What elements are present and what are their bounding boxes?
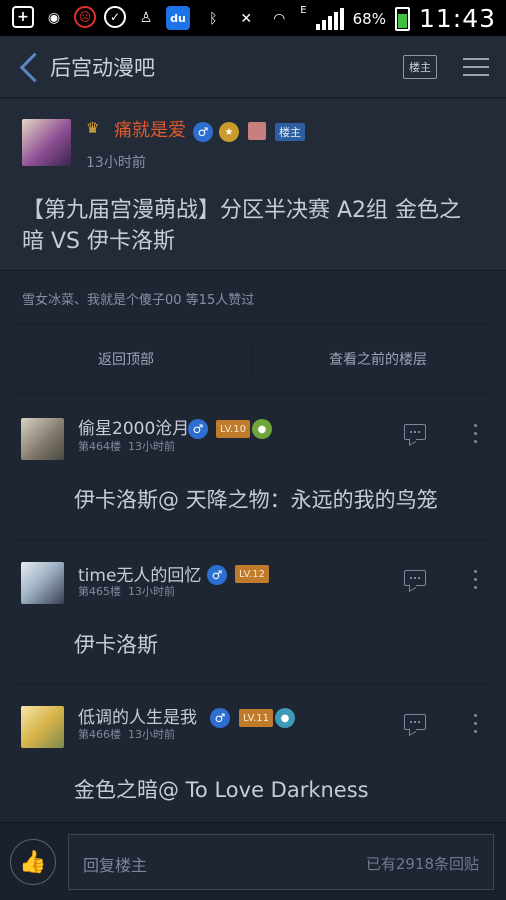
more-options-icon[interactable] [474, 570, 478, 590]
post-time: 13小时前 [86, 155, 146, 171]
floor-author-name[interactable]: 低调的人生是我 [78, 703, 197, 728]
author-name[interactable]: 痛就是爱 [114, 116, 186, 142]
level-badge: LV.12 [235, 565, 269, 583]
shield-check-icon: ✓ [104, 6, 126, 28]
floor-meta: 第464楼 13小时前 [78, 438, 175, 454]
bottom-bar: 👍 回复楼主 已有2918条回贴 [0, 822, 506, 900]
floor-meta: 第465楼 13小时前 [78, 583, 175, 599]
floor-number: 第465楼 [78, 585, 121, 598]
male-icon: ♂ [188, 419, 208, 439]
qq-notification-icon: ♙ [139, 10, 153, 26]
list-item: time无人的回忆 ♂ LV.12 第465楼 13小时前 伊卡洛斯 [0, 540, 506, 683]
avatar[interactable] [21, 562, 64, 604]
user-card-icon [248, 122, 266, 140]
battery-icon [394, 6, 410, 31]
floor-content: 伊卡洛斯@ 天降之物：永远的我的鸟笼 [74, 488, 438, 512]
more-options-icon[interactable] [474, 424, 478, 444]
floor-number: 第464楼 [78, 440, 121, 453]
mute-icon: ✕ [240, 10, 253, 27]
likes-summary[interactable]: 雪女冰菜、我就是个傻子00 等15人赞过 [22, 289, 254, 308]
list-item: 偷星2000沧月 ♂ LV.10 ● 第464楼 13小时前 伊卡洛斯@ 天降之… [0, 394, 506, 539]
back-arrow-icon[interactable] [14, 50, 44, 84]
male-icon: ♂ [210, 708, 230, 728]
thumbs-up-icon[interactable]: 👍 [10, 839, 56, 885]
level-badge: LV.10 [216, 420, 250, 438]
divider [252, 343, 253, 375]
more-options-icon[interactable] [474, 714, 478, 734]
crown-icon: ♛ [86, 119, 100, 137]
male-icon: ♂ [193, 122, 213, 142]
battery-percent: 68% [352, 9, 386, 28]
medal-icon: ● [275, 708, 295, 728]
add-icon: + [12, 6, 34, 28]
reply-placeholder: 回复楼主 [83, 856, 148, 875]
signal-icon [315, 7, 344, 30]
wifi-icon: ◠ [273, 10, 286, 27]
main-post: ♛ 痛就是爱 ♂ ★ 楼主 13小时前 【第九届宫漫萌战】分区半决赛 A2组 金… [0, 99, 506, 271]
floor-content: 伊卡洛斯 [74, 633, 158, 657]
floor-time: 13小时前 [128, 728, 175, 741]
comment-icon[interactable] [404, 424, 426, 440]
baidu-icon: du [166, 6, 190, 30]
comment-icon[interactable] [404, 714, 426, 730]
forum-title[interactable]: 后宫动漫吧 [50, 52, 155, 82]
floor-author-name[interactable]: 偷星2000沧月 [78, 414, 189, 439]
menu-icon[interactable] [463, 58, 489, 76]
reply-count: 已有2918条回贴 [365, 855, 479, 873]
back-to-top-button[interactable]: 返回顶部 [14, 340, 238, 378]
floor-time: 13小时前 [128, 440, 175, 453]
post-title: 【第九届宫漫萌战】分区半决赛 A2组 金色之暗 VS 伊卡洛斯 [22, 198, 462, 254]
angry-face-icon: ☹ [74, 6, 96, 28]
medal-icon: ● [252, 419, 272, 439]
reply-input[interactable]: 回复楼主 已有2918条回贴 [68, 834, 494, 890]
status-bar: + ◉ ☹ ✓ ♙ du ᛒ ✕ ◠ E 68% 11:43 [0, 0, 506, 36]
view-previous-floors-button[interactable]: 查看之前的楼层 [266, 340, 490, 378]
level-badge: LV.11 [239, 709, 273, 727]
floor-number: 第466楼 [78, 728, 121, 741]
bluetooth-icon: ᛒ [209, 10, 218, 27]
gold-medal-icon: ★ [219, 122, 239, 142]
clock: 11:43 [418, 4, 496, 33]
avatar[interactable] [21, 418, 64, 460]
louzhu-tag: 楼主 [275, 123, 305, 141]
floor-content: 金色之暗@ To Love Darkness [74, 778, 369, 802]
floor-meta: 第466楼 13小时前 [78, 726, 175, 742]
author-avatar[interactable] [22, 119, 71, 166]
weibo-icon: ◉ [47, 10, 61, 26]
floor-time: 13小时前 [128, 585, 175, 598]
avatar[interactable] [21, 706, 64, 748]
network-type: E [300, 5, 307, 16]
divider [14, 323, 492, 324]
male-icon: ♂ [207, 565, 227, 585]
list-item: 低调的人生是我 ♂ LV.11 ● 第466楼 13小时前 金色之暗@ To L… [0, 684, 506, 821]
only-louzhu-button[interactable]: 楼主 [403, 55, 437, 79]
comment-icon[interactable] [404, 570, 426, 586]
